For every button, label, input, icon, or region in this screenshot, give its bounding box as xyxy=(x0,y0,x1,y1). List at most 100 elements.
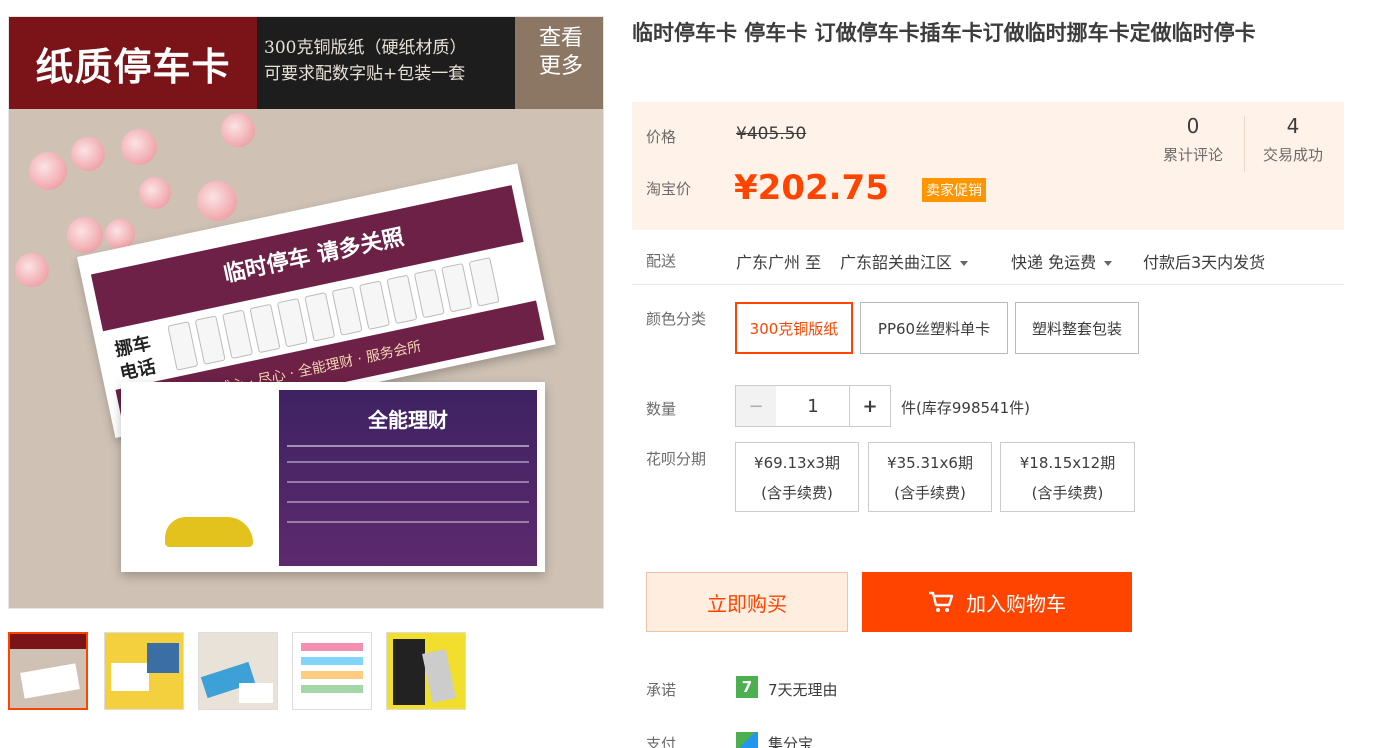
see-more-line1: 查看 xyxy=(539,26,584,51)
color-option-copperplate[interactable]: 300克铜版纸 xyxy=(735,302,853,354)
flower-decoration xyxy=(221,113,255,147)
reviews-label: 累计评论 xyxy=(1162,146,1223,164)
thumb-card-shape xyxy=(147,643,179,673)
thumbnail-4[interactable] xyxy=(292,632,372,710)
flower-decoration xyxy=(29,152,67,190)
see-more-tag: 查看 更多 xyxy=(515,17,603,109)
flower-decoration xyxy=(121,129,157,165)
delivery-destination: 广东韶关曲江区 xyxy=(840,253,953,272)
chevron-down-icon xyxy=(960,261,969,266)
installment-note: (含手续费) xyxy=(1031,484,1104,502)
banner-sub-line2: 可要求配数字贴+包装一套 xyxy=(264,64,466,84)
delivery-destination-select[interactable]: 广东韶关曲江区 xyxy=(840,249,969,273)
card-back-panel: 全能理财 xyxy=(279,390,537,566)
thumb-card-shape xyxy=(393,639,425,705)
flower-decoration xyxy=(139,177,171,209)
number-slot xyxy=(413,268,445,319)
delivery-from: 广东广州 至 xyxy=(736,253,822,272)
number-slot xyxy=(468,257,500,307)
thumb-card-shape xyxy=(111,663,149,691)
text-line xyxy=(287,501,529,503)
number-slot xyxy=(386,274,418,325)
seven-day-return-icon: 7 xyxy=(736,676,758,698)
stat-divider xyxy=(1244,116,1245,172)
thumb-card-shape xyxy=(301,657,363,665)
trades-count: 4 xyxy=(1286,114,1300,138)
original-price: ¥405.50 xyxy=(736,124,807,144)
number-slot xyxy=(194,315,226,365)
thumbnail-5[interactable] xyxy=(386,632,466,710)
number-slot xyxy=(441,262,473,313)
thumbnail-2[interactable] xyxy=(104,632,184,710)
thumb-card-shape xyxy=(422,649,456,703)
number-slot xyxy=(167,321,199,371)
promo-tag[interactable]: 卖家促销 xyxy=(922,178,986,202)
add-to-cart-label: 加入购物车 xyxy=(966,591,1066,616)
banner-subtitle: 300克铜版纸（硬纸材质） 可要求配数字贴+包装一套 xyxy=(264,35,466,87)
color-option-pp60[interactable]: PP60丝塑料单卡 xyxy=(860,302,1008,354)
flower-decoration xyxy=(71,137,105,171)
thumb-card-shape xyxy=(301,643,363,651)
promise-label: 承诺 xyxy=(646,681,677,699)
payment-text: 集分宝 xyxy=(768,735,814,748)
promise-text[interactable]: 7天无理由 xyxy=(768,679,838,700)
car-illustration xyxy=(165,517,253,547)
installment-amount: ¥18.15x12期 xyxy=(1019,454,1116,472)
card-front-side-label: 挪车 电话 xyxy=(113,332,158,386)
thumbnail-3[interactable] xyxy=(198,632,278,710)
add-to-cart-button[interactable]: 加入购物车 xyxy=(862,572,1132,632)
text-line xyxy=(287,481,529,483)
taobao-price-label: 淘宝价 xyxy=(646,180,692,198)
flower-decoration xyxy=(197,181,237,221)
color-label: 颜色分类 xyxy=(646,310,707,328)
installment-label: 花呗分期 xyxy=(646,450,707,468)
buy-now-button[interactable]: 立即购买 xyxy=(646,572,848,632)
reviews-stat[interactable]: 0 累计评论 xyxy=(1148,114,1238,165)
thumb-card-shape xyxy=(239,683,273,703)
shipping-method: 快递 免运费 xyxy=(1011,253,1097,272)
number-slot xyxy=(304,292,336,342)
card-back-title: 全能理财 xyxy=(368,408,448,432)
image-banner: 纸质停车卡 300克铜版纸（硬纸材质） 可要求配数字贴+包装一套 查看 更多 xyxy=(9,17,603,109)
trades-label: 交易成功 xyxy=(1262,146,1323,164)
price-label: 价格 xyxy=(646,128,677,146)
parking-card-back: 全能理财 xyxy=(121,382,545,572)
thumbnail-1[interactable] xyxy=(8,632,88,710)
text-line xyxy=(287,521,529,523)
installment-note: (含手续费) xyxy=(894,484,966,502)
quantity-label: 数量 xyxy=(646,400,677,418)
chevron-down-icon xyxy=(1104,261,1113,266)
trades-stat[interactable]: 4 交易成功 xyxy=(1248,114,1338,165)
banner-main-text: 纸质停车卡 xyxy=(9,17,257,109)
installment-option-12[interactable]: ¥18.15x12期 (含手续费) xyxy=(1000,442,1135,512)
cart-icon xyxy=(929,591,954,612)
installment-note: (含手续费) xyxy=(761,484,833,502)
banner-sub-line1: 300克铜版纸（硬纸材质） xyxy=(264,38,467,58)
installment-option-3[interactable]: ¥69.13x3期 (含手续费) xyxy=(735,442,859,512)
divider-line xyxy=(632,284,1344,285)
quantity-input[interactable]: 1 xyxy=(776,385,850,427)
text-line xyxy=(287,445,529,447)
color-option-full-package[interactable]: 塑料整套包装 xyxy=(1015,302,1139,354)
jifenbao-icon xyxy=(736,732,758,748)
current-price: ¥202.75 xyxy=(734,168,889,208)
installment-amount: ¥69.13x3期 xyxy=(754,454,840,472)
reviews-count: 0 xyxy=(1186,114,1200,138)
thumb-card-shape xyxy=(301,685,363,693)
quantity-plus-button[interactable]: + xyxy=(849,385,891,427)
dispatch-time: 付款后3天内发货 xyxy=(1143,253,1266,272)
main-product-image[interactable]: 纸质停车卡 300克铜版纸（硬纸材质） 可要求配数字贴+包装一套 查看 更多 临… xyxy=(8,16,604,609)
shipping-method-select[interactable]: 快递 免运费 xyxy=(1011,249,1113,273)
price-panel: 价格 ¥405.50 淘宝价 ¥202.75 卖家促销 0 累计评论 4 交易成… xyxy=(632,102,1344,230)
product-title: 临时停车卡 停车卡 订做停车卡插车卡订做临时挪车卡定做临时停卡 xyxy=(632,21,1256,45)
number-slot xyxy=(358,280,391,330)
installment-option-6[interactable]: ¥35.31x6期 (含手续费) xyxy=(868,442,992,512)
quantity-minus-button[interactable]: − xyxy=(735,385,777,427)
number-slot xyxy=(276,297,308,348)
stock-info: 件(库存998541件) xyxy=(901,399,1030,417)
flower-decoration xyxy=(67,217,103,253)
payment-label: 支付 xyxy=(646,735,677,748)
text-line xyxy=(287,461,529,463)
installment-amount: ¥35.31x6期 xyxy=(887,454,973,472)
number-slot xyxy=(249,303,281,354)
